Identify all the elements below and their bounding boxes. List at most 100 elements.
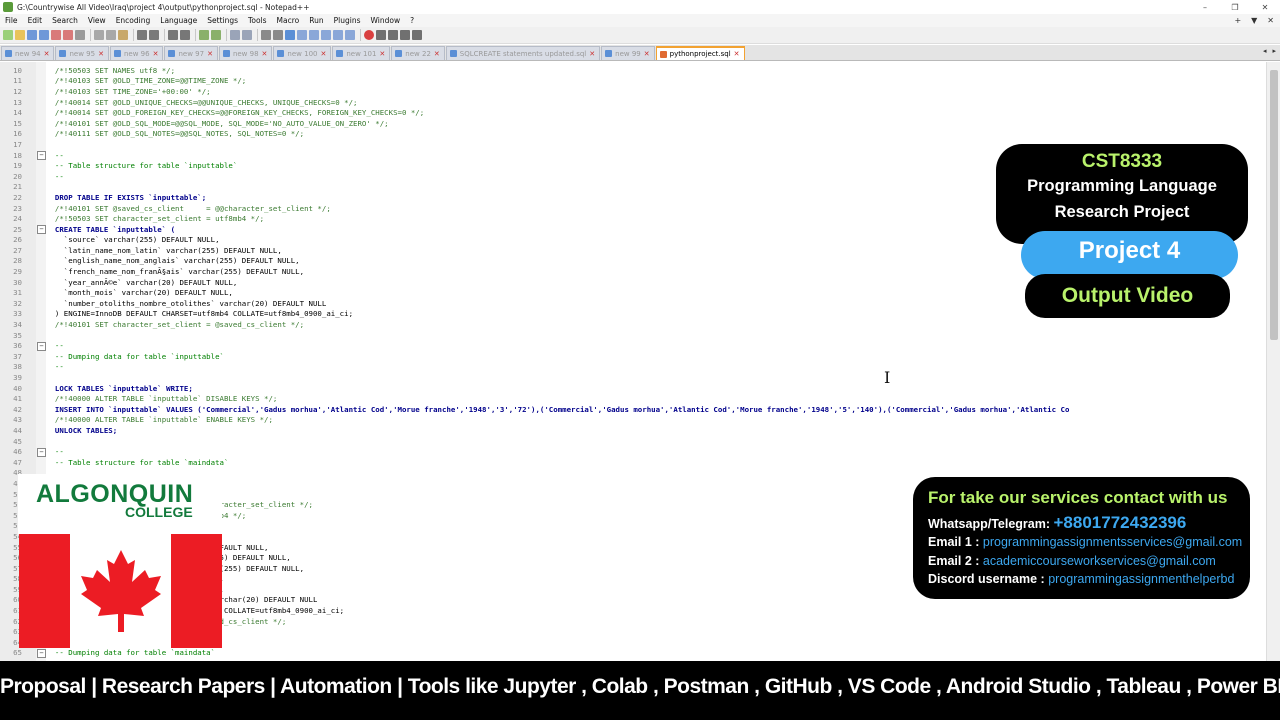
menu-tools[interactable]: Tools bbox=[243, 16, 271, 25]
tab-new-95[interactable]: new 95 ✕ bbox=[55, 46, 109, 60]
tab-new-94[interactable]: new 94 ✕ bbox=[1, 46, 55, 60]
save-macro-icon[interactable] bbox=[412, 30, 422, 40]
vertical-scrollbar[interactable] bbox=[1266, 62, 1280, 661]
folder-as-workspace-icon[interactable] bbox=[333, 30, 343, 40]
tab-pythonproject-sql[interactable]: pythonproject.sql ✕ bbox=[655, 46, 745, 60]
code-line[interactable]: 15 /*!40101 SET @OLD_SQL_MODE=@@SQL_MODE… bbox=[0, 118, 1266, 129]
play-macro-icon[interactable] bbox=[388, 30, 398, 40]
tab-close-icon[interactable]: ✕ bbox=[644, 50, 650, 58]
tab-close-icon[interactable]: ✕ bbox=[153, 50, 159, 58]
word-wrap-icon[interactable] bbox=[261, 30, 271, 40]
tab-scroll-left-icon[interactable]: ◂ bbox=[1263, 47, 1267, 55]
menu-plugins[interactable]: Plugins bbox=[329, 16, 366, 25]
tab-close-icon[interactable]: ✕ bbox=[44, 50, 50, 58]
code-line[interactable]: 41 /*!40000 ALTER TABLE `inputtable` DIS… bbox=[0, 393, 1266, 404]
sync-horizontal-icon[interactable] bbox=[242, 30, 252, 40]
tab-new-96[interactable]: new 96 ✕ bbox=[109, 46, 164, 60]
indent-guide-icon[interactable] bbox=[285, 30, 295, 40]
menu-run[interactable]: Run bbox=[304, 16, 328, 25]
code-line[interactable]: 65 -- Dumping data for table `maindata` bbox=[0, 648, 1266, 659]
close-all-icon[interactable] bbox=[63, 30, 73, 40]
code-line[interactable]: 36 -- bbox=[0, 340, 1266, 351]
function-list-icon[interactable] bbox=[321, 30, 331, 40]
scrollbar-thumb[interactable] bbox=[1270, 70, 1278, 340]
tab-close-icon[interactable]: ✕ bbox=[320, 50, 326, 58]
menu-search[interactable]: Search bbox=[47, 16, 83, 25]
code-text: -- Table structure for table `maindata` bbox=[46, 457, 229, 467]
menu-file[interactable]: File bbox=[0, 16, 23, 25]
minimize-button[interactable]: – bbox=[1190, 0, 1220, 14]
code-line[interactable]: 10 /*!50503 SET NAMES utf8 */; bbox=[0, 65, 1266, 76]
tab-close-icon[interactable]: ✕ bbox=[434, 50, 440, 58]
tab-close-icon[interactable]: ✕ bbox=[734, 50, 740, 58]
code-line[interactable]: 16 /*!40111 SET @OLD_SQL_NOTES=@@SQL_NOT… bbox=[0, 129, 1266, 140]
menu-encoding[interactable]: Encoding bbox=[111, 16, 156, 25]
tab-label: new 99 bbox=[615, 49, 641, 58]
tab-new-22[interactable]: new 22 ✕ bbox=[391, 46, 445, 60]
code-line[interactable]: 37 -- Dumping data for table `inputtable… bbox=[0, 351, 1266, 362]
print-icon[interactable] bbox=[75, 30, 85, 40]
new-file-icon[interactable] bbox=[3, 30, 13, 40]
replace-icon[interactable] bbox=[180, 30, 190, 40]
zoom-out-icon[interactable] bbox=[211, 30, 221, 40]
paste-icon[interactable] bbox=[118, 30, 128, 40]
run-macro-multiple-icon[interactable] bbox=[400, 30, 410, 40]
sync-vertical-icon[interactable] bbox=[230, 30, 240, 40]
tab-close-icon[interactable]: ✕ bbox=[262, 50, 268, 58]
save-icon[interactable] bbox=[27, 30, 37, 40]
tab-list-icon[interactable]: ▼ bbox=[1251, 14, 1257, 27]
tab-close-icon[interactable]: ✕ bbox=[98, 50, 104, 58]
zoom-in-icon[interactable] bbox=[199, 30, 209, 40]
close-button[interactable]: ✕ bbox=[1250, 0, 1280, 14]
monitoring-icon[interactable] bbox=[345, 30, 355, 40]
code-line[interactable]: 13 /*!40014 SET @OLD_UNIQUE_CHECKS=@@UNI… bbox=[0, 97, 1266, 108]
menu-window[interactable]: Window bbox=[366, 16, 406, 25]
tab-new-101[interactable]: new 101 ✕ bbox=[332, 46, 391, 60]
tab-close-icon[interactable]: ✕ bbox=[589, 50, 595, 58]
menu-view[interactable]: View bbox=[83, 16, 111, 25]
menu-edit[interactable]: Edit bbox=[23, 16, 48, 25]
code-line[interactable]: 43 /*!40000 ALTER TABLE `inputtable` ENA… bbox=[0, 415, 1266, 426]
close-doc-icon[interactable]: ✕ bbox=[1267, 14, 1274, 27]
code-line[interactable]: 14 /*!40014 SET @OLD_FOREIGN_KEY_CHECKS=… bbox=[0, 107, 1266, 118]
undo-icon[interactable] bbox=[137, 30, 147, 40]
record-macro-icon[interactable] bbox=[364, 30, 374, 40]
menu-settings[interactable]: Settings bbox=[202, 16, 243, 25]
show-all-chars-icon[interactable] bbox=[273, 30, 283, 40]
menu-language[interactable]: Language bbox=[155, 16, 202, 25]
udl-icon[interactable] bbox=[297, 30, 307, 40]
tab-new-97[interactable]: new 97 ✕ bbox=[164, 46, 218, 60]
code-line[interactable]: 45 bbox=[0, 436, 1266, 447]
tab-new-98[interactable]: new 98 ✕ bbox=[218, 46, 273, 60]
menu-macro[interactable]: Macro bbox=[272, 16, 305, 25]
code-line[interactable]: 47 -- Table structure for table `maindat… bbox=[0, 457, 1266, 468]
code-line[interactable]: 40 LOCK TABLES `inputtable` WRITE; bbox=[0, 383, 1266, 394]
find-icon[interactable] bbox=[168, 30, 178, 40]
close-icon[interactable] bbox=[51, 30, 61, 40]
code-line[interactable]: 12 /*!40103 SET TIME_ZONE='+00:00' */; bbox=[0, 86, 1266, 97]
tab-close-icon[interactable]: ✕ bbox=[207, 50, 213, 58]
stop-macro-icon[interactable] bbox=[376, 30, 386, 40]
code-line[interactable]: 35 bbox=[0, 330, 1266, 341]
code-line[interactable]: 39 bbox=[0, 372, 1266, 383]
tab-close-icon[interactable]: ✕ bbox=[379, 50, 385, 58]
copy-icon[interactable] bbox=[106, 30, 116, 40]
menu-help[interactable]: ? bbox=[405, 16, 419, 25]
tab-new-100[interactable]: new 100 ✕ bbox=[273, 46, 332, 60]
tab-new-99[interactable]: new 99 ✕ bbox=[601, 46, 655, 60]
save-all-icon[interactable] bbox=[39, 30, 49, 40]
redo-icon[interactable] bbox=[149, 30, 159, 40]
code-line[interactable]: 11 /*!40103 SET @OLD_TIME_ZONE=@@TIME_ZO… bbox=[0, 76, 1266, 87]
new-tab-icon[interactable]: + bbox=[1234, 14, 1241, 27]
open-file-icon[interactable] bbox=[15, 30, 25, 40]
doc-map-icon[interactable] bbox=[309, 30, 319, 40]
code-line[interactable]: 42 INSERT INTO `inputtable` VALUES ('Com… bbox=[0, 404, 1266, 415]
tab-scroll-right-icon[interactable]: ▸ bbox=[1272, 47, 1276, 55]
tab-sqlcreate-statements[interactable]: SQLCREATE statements updated.sql ✕ bbox=[445, 46, 601, 60]
code-line[interactable]: 44 UNLOCK TABLES; bbox=[0, 425, 1266, 436]
code-line[interactable]: 38 -- bbox=[0, 362, 1266, 373]
code-line[interactable]: 46 -- bbox=[0, 446, 1266, 457]
cut-icon[interactable] bbox=[94, 30, 104, 40]
maximize-button[interactable]: ❐ bbox=[1220, 0, 1250, 14]
code-line[interactable]: 34 /*!40101 SET character_set_client = @… bbox=[0, 319, 1266, 330]
